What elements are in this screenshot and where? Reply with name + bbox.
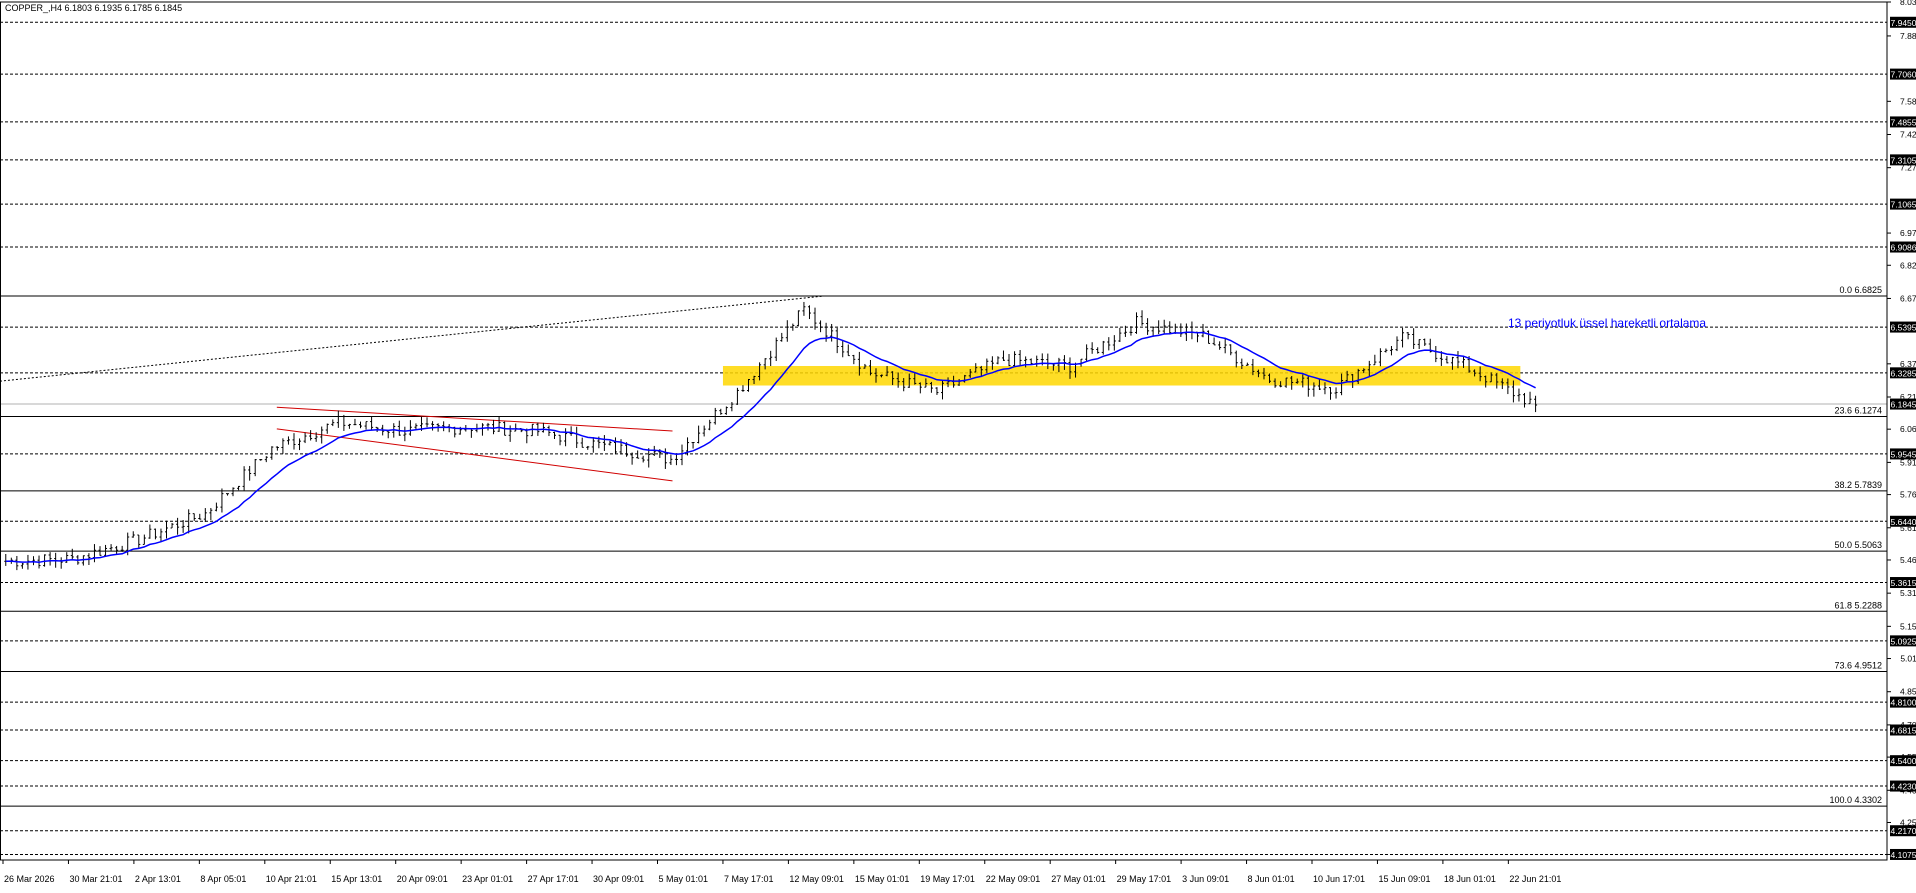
current-price-tag-text: 6.1845	[1891, 400, 1916, 410]
price-level-tag[interactable]: 4.5400	[1890, 755, 1916, 766]
chart-window[interactable]: 0.0 6.6825 23.6 6.1274 38.2 5.7839 50.0 5.5…	[0, 0, 1916, 888]
price-tick-label: 7.5805	[1900, 96, 1916, 106]
time-tick-label: 15 Jun 09:01	[1378, 874, 1430, 884]
price-level-tag-text: 4.2170	[1891, 826, 1916, 836]
resistance-zone-group	[723, 366, 1520, 386]
fibonacci-level-label: 23.6 6.1274	[1834, 405, 1882, 415]
price-level-tag[interactable]: 6.9086	[1890, 242, 1916, 253]
time-tick-label: 7 May 17:01	[724, 874, 774, 884]
time-tick-label: 23 Apr 01:01	[462, 874, 513, 884]
price-level-tag[interactable]: 4.4230	[1890, 781, 1916, 792]
price-tick-label: 5.7670	[1900, 490, 1916, 500]
price-level-tag[interactable]: 7.4855	[1890, 116, 1916, 127]
time-tick-label: 2 Apr 13:01	[135, 874, 181, 884]
price-level-tag[interactable]: 7.1065	[1890, 199, 1916, 210]
current-price-tag[interactable]: 6.1845	[1890, 399, 1916, 410]
price-level-tag-text: 7.9450	[1891, 18, 1916, 28]
price-level-tag[interactable]: 7.9450	[1890, 17, 1916, 28]
time-tick-label: 30 Mar 21:01	[69, 874, 122, 884]
price-level-tag-text: 7.4855	[1891, 117, 1916, 127]
chart-background	[0, 0, 1916, 888]
price-tick-label: 5.4655	[1900, 555, 1916, 565]
time-tick-label: 19 May 17:01	[920, 874, 975, 884]
time-tick-label: 29 May 17:01	[1117, 874, 1172, 884]
time-tick-label: 3 Jun 09:01	[1182, 874, 1229, 884]
price-level-tag-text: 4.6815	[1891, 725, 1916, 735]
price-tick-label: 7.4275	[1900, 130, 1916, 140]
price-tick-label: 5.3125	[1900, 588, 1916, 598]
fibonacci-level-label: 50.0 5.5063	[1834, 540, 1882, 550]
price-level-tag-text: 5.0925	[1891, 636, 1916, 646]
price-tick-label: 5.1595	[1900, 621, 1916, 631]
price-level-tag-text: 4.1075	[1891, 850, 1916, 860]
resistance-zone[interactable]	[723, 366, 1520, 386]
price-level-tag[interactable]: 5.6440	[1890, 516, 1916, 527]
price-level-tag-text: 7.3105	[1891, 155, 1916, 165]
price-tick-label: 5.0110	[1900, 654, 1916, 664]
time-tick-label: 20 Apr 09:01	[397, 874, 448, 884]
price-level-tag-text: 4.8100	[1891, 698, 1916, 708]
time-tick-label: 27 May 01:01	[1051, 874, 1106, 884]
fibonacci-level-label: 38.2 5.7839	[1834, 480, 1882, 490]
price-level-tag-text: 4.4230	[1891, 782, 1916, 792]
time-tick-label: 18 Jun 01:01	[1444, 874, 1496, 884]
symbol-ohlc-header: COPPER_,H4 6.1803 6.1935 6.1785 6.1845	[5, 3, 182, 13]
price-level-tag[interactable]: 5.3615	[1890, 577, 1916, 588]
price-level-tag-text: 7.1065	[1891, 200, 1916, 210]
time-tick-label: 27 Apr 17:01	[528, 874, 579, 884]
price-level-tag-text: 5.9545	[1891, 449, 1916, 459]
price-level-tag[interactable]: 6.5395	[1890, 322, 1916, 333]
time-tick-label: 30 Apr 09:01	[593, 874, 644, 884]
price-level-tag-text: 4.5400	[1891, 756, 1916, 766]
fibonacci-level-label: 61.8 5.2288	[1834, 600, 1882, 610]
price-level-tag-text: 6.9086	[1891, 243, 1916, 253]
price-tick-label: 6.0687	[1900, 424, 1916, 434]
fibonacci-level-label: 0.0 6.6825	[1839, 285, 1882, 295]
price-chart[interactable]: 0.0 6.6825 23.6 6.1274 38.2 5.7839 50.0 5.5…	[0, 0, 1916, 888]
time-tick-label: 22 May 09:01	[986, 874, 1041, 884]
price-level-tag-text: 5.3615	[1891, 578, 1916, 588]
fibonacci-level-label: 73.6 4.9512	[1834, 661, 1882, 671]
fibonacci-level-label: 100.0 4.3302	[1829, 795, 1882, 805]
price-tick-label: 7.8820	[1900, 31, 1916, 41]
price-tick-label: 6.9730	[1900, 228, 1916, 238]
price-level-tag-text: 7.7060	[1891, 70, 1916, 80]
time-tick-label: 5 May 01:01	[659, 874, 709, 884]
price-level-tag[interactable]: 4.6815	[1890, 724, 1916, 735]
price-level-tag-text: 5.6440	[1891, 517, 1916, 527]
price-tick-label: 6.8245	[1900, 260, 1916, 270]
price-level-tag[interactable]: 4.8100	[1890, 697, 1916, 708]
price-tick-label: 8.0385	[1900, 0, 1916, 7]
time-tick-label: 15 Apr 13:01	[331, 874, 382, 884]
price-level-tag[interactable]: 4.1075	[1890, 849, 1916, 860]
ema-annotation: 13 periyotluk üssel hareketli ortalama	[1508, 316, 1706, 330]
price-tick-label: 4.8580	[1900, 687, 1916, 697]
time-tick-label: 10 Apr 21:01	[266, 874, 317, 884]
price-level-tag-text: 6.3285	[1891, 368, 1916, 378]
time-tick-label: 10 Jun 17:01	[1313, 874, 1365, 884]
price-tick-label: 6.6715	[1900, 293, 1916, 303]
price-level-tag[interactable]: 4.2170	[1890, 825, 1916, 836]
price-level-tag[interactable]: 7.3105	[1890, 154, 1916, 165]
time-tick-label: 22 Jun 21:01	[1509, 874, 1561, 884]
time-tick-label: 12 May 09:01	[789, 874, 844, 884]
price-level-tag[interactable]: 6.3285	[1890, 367, 1916, 378]
price-level-tag[interactable]: 5.9545	[1890, 448, 1916, 459]
time-tick-label: 26 Mar 2026	[4, 874, 55, 884]
price-level-tag-text: 6.5395	[1891, 323, 1916, 333]
price-level-tag[interactable]: 7.7060	[1890, 69, 1916, 80]
time-tick-label: 8 Jun 01:01	[1248, 874, 1295, 884]
price-level-tag[interactable]: 5.0925	[1890, 635, 1916, 646]
time-tick-label: 15 May 01:01	[855, 874, 910, 884]
time-tick-label: 8 Apr 05:01	[200, 874, 246, 884]
